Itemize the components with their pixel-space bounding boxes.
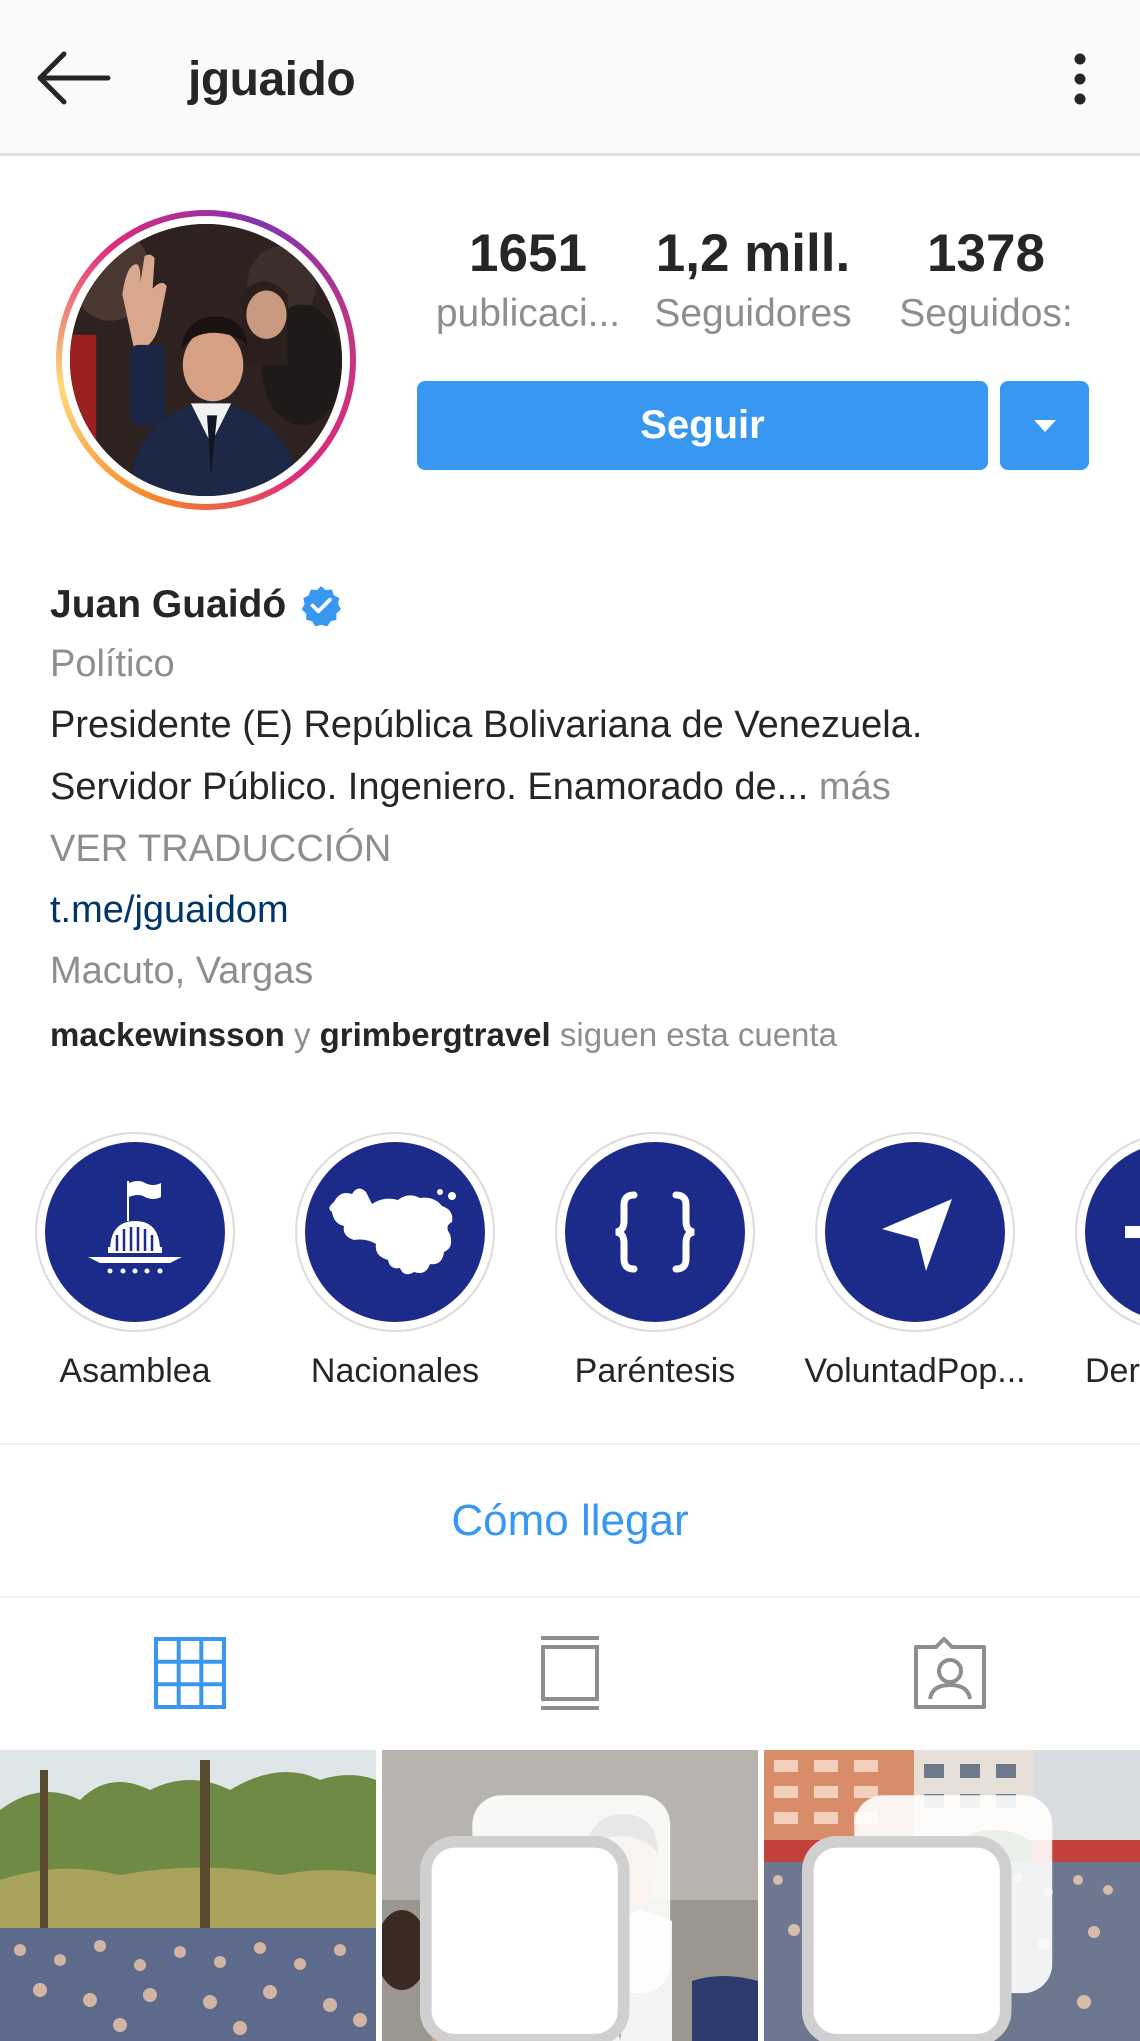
top-bar: jguaido [0,0,1140,156]
partial-icon [1125,1226,1140,1238]
post-thumbnail[interactable] [764,1750,1140,2041]
highlight-label: VoluntadPop... [804,1352,1026,1390]
posts-count-label: publicaci... [435,292,621,335]
tab-tagged[interactable] [760,1598,1140,1748]
post-thumbnail[interactable] [382,1750,758,2041]
story-ring[interactable] [56,210,356,510]
more-vertical-icon [1074,53,1086,105]
back-arrow-icon [37,51,111,105]
profile-bio: Juan Guaidó Político Presidente (E) Repú… [50,578,1110,1064]
braces-icon [615,1191,695,1273]
bio-website-link[interactable]: t.me/jguaidom [50,880,1110,940]
more-options-button[interactable] [1052,44,1108,114]
profile-category: Político [50,643,175,685]
followed-by-user-2[interactable]: grimbergtravel [320,1016,551,1053]
venezuela-map-icon [329,1188,456,1275]
follow-button[interactable]: Seguir [417,381,988,470]
verified-badge-icon [301,586,342,626]
capitol-flag-icon [88,1181,182,1274]
highlight-partial[interactable]: Der [1055,1132,1140,1391]
highlight-label: Paréntesis [574,1352,736,1390]
multiple-photos-icon [801,1795,1053,2041]
profile-tabs [0,1598,1140,1748]
highlight-parentesis[interactable]: Paréntesis [535,1132,775,1391]
followers-count-value: 1,2 mill. [655,224,851,283]
profile-location[interactable]: Macuto, Vargas [50,940,1110,1002]
highlight-voluntadpopular[interactable]: VoluntadPop... [795,1132,1035,1391]
following-count-value: 1378 [927,224,1045,283]
followed-by-user-1[interactable]: mackewinsson [50,1016,285,1053]
followed-by-conjunction: y [293,1016,311,1053]
tab-grid[interactable] [0,1598,380,1748]
directions-button[interactable]: Cómo llegar [0,1446,1140,1596]
profile-avatar [70,224,342,496]
multiple-photos-icon [419,1795,671,2041]
highlight-nacionales[interactable]: Nacionales [275,1132,515,1391]
caret-down-icon [1033,419,1056,432]
full-name: Juan Guaidó [50,583,287,626]
highlight-asamblea[interactable]: Asamblea [15,1132,255,1391]
bio-more-link[interactable]: más [819,766,891,808]
paper-plane-icon [882,1199,952,1271]
tab-feed[interactable] [380,1598,760,1748]
post-image [0,1750,376,2041]
suggested-accounts-button[interactable] [1000,381,1089,470]
bio-text-line-1: Presidente (E) República Bolivariana de … [50,704,923,746]
posts-count[interactable]: 1651 publicaci... [418,222,638,342]
bio-text-truncated: Servidor Público. Ingeniero. Enamorado d… [50,766,809,808]
followed-by-suffix: siguen esta cuenta [559,1016,837,1053]
grid-icon [154,1637,226,1709]
profile-stats: 1651 publicaci... 1,2 mill. Seguidores 1… [410,222,1100,352]
highlight-label: Der [1085,1352,1140,1390]
following-count-label: Seguidos: [899,292,1073,335]
post-thumbnail[interactable] [0,1750,376,2041]
highlight-label: Nacionales [310,1352,480,1390]
bio-text-line-2: Servidor Público. Ingeniero. Enamorado d… [50,756,1110,818]
section-divider [0,1443,1140,1445]
followers-count[interactable]: 1,2 mill. Seguidores [642,222,864,342]
posts-count-value: 1651 [469,224,587,283]
story-highlights: Asamblea Nacionales Paréntesis VoluntadP… [0,1132,1140,1422]
see-translation-link[interactable]: VER TRADUCCIÓN [50,818,1110,880]
tagged-icon [914,1637,986,1709]
back-button[interactable] [30,40,116,116]
following-count[interactable]: 1378 Seguidos: [880,222,1092,342]
highlight-label: Asamblea [59,1352,211,1390]
followers-count-label: Seguidores [654,292,852,335]
posts-grid [0,1750,1140,2041]
followed-by-text[interactable]: mackewinsson y grimbergtravel siguen est… [50,1006,1110,1064]
feed-icon [541,1636,599,1710]
profile-username-title: jguaido [188,53,356,106]
